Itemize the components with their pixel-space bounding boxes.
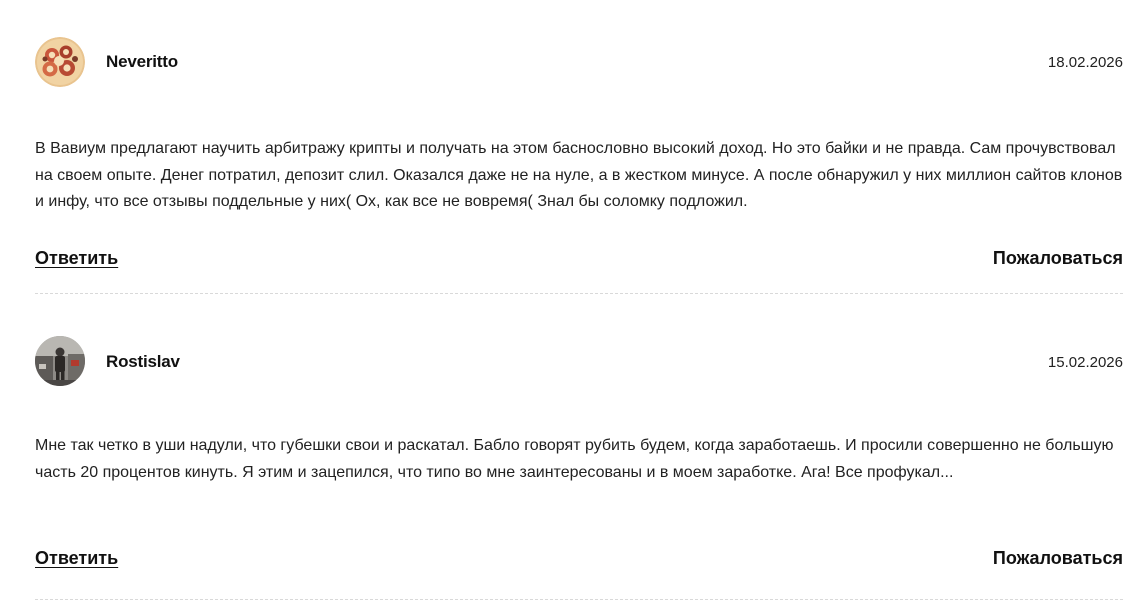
reply-link[interactable]: Ответить bbox=[35, 548, 118, 569]
avatar bbox=[35, 37, 85, 87]
comment-header: Rostislav 15.02.2026 bbox=[35, 336, 1123, 396]
author-name: Rostislav bbox=[106, 352, 180, 371]
comment-item: Neveritto 18.02.2026 В Вавиум предлагают… bbox=[35, 37, 1123, 294]
comment-header: Neveritto 18.02.2026 bbox=[35, 37, 1123, 97]
comment-date: 18.02.2026 bbox=[1047, 54, 1123, 71]
author-name: Neveritto bbox=[106, 52, 178, 71]
comment-text: В Вавиум предлагают научить арбитражу кр… bbox=[35, 140, 1123, 210]
comment-actions: Ответить Пожаловаться bbox=[35, 248, 1123, 272]
comment-actions: Ответить Пожаловаться bbox=[35, 548, 1123, 572]
comment-date: 15.02.2026 bbox=[1047, 354, 1123, 371]
report-link[interactable]: Пожаловаться bbox=[993, 548, 1123, 569]
comments-list: Neveritto 18.02.2026 В Вавиум предлагают… bbox=[35, 0, 1123, 600]
report-link[interactable]: Пожаловаться bbox=[993, 248, 1123, 269]
avatar bbox=[35, 336, 85, 386]
avatar-photo-person-icon bbox=[35, 336, 85, 386]
reply-link[interactable]: Ответить bbox=[35, 248, 118, 269]
avatar-illustrated-faces-icon bbox=[35, 37, 85, 87]
comment-text: Мне так четко в уши надули, что губешки … bbox=[35, 437, 1114, 481]
comment-item: Rostislav 15.02.2026 Мне так четко в уши… bbox=[35, 336, 1123, 600]
